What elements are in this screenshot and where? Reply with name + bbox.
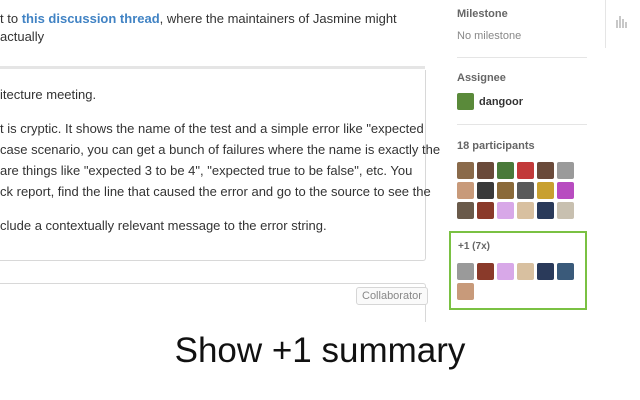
avatar[interactable] <box>537 162 554 179</box>
avatar[interactable] <box>457 202 474 219</box>
avatar[interactable] <box>457 162 474 179</box>
avatar[interactable] <box>517 182 534 199</box>
assignee-row[interactable]: dangoor <box>457 93 523 110</box>
avatar[interactable] <box>497 202 514 219</box>
avatar[interactable] <box>477 202 494 219</box>
comment-separator <box>0 66 425 69</box>
avatar[interactable] <box>557 263 574 280</box>
avatar[interactable] <box>517 202 534 219</box>
plus-one-avatars <box>457 263 583 300</box>
avatar[interactable] <box>457 263 474 280</box>
avatar[interactable] <box>477 263 494 280</box>
comment-line: ck report, find the line that caused the… <box>0 184 431 199</box>
avatar[interactable] <box>497 263 514 280</box>
plus-one-summary: +1 (7x) <box>449 231 587 310</box>
caption: Show +1 summary <box>0 322 640 400</box>
avatar[interactable] <box>457 182 474 199</box>
sidebar-right-rule <box>605 0 606 48</box>
avatar[interactable] <box>557 162 574 179</box>
comment-line: t is cryptic. It shows the name of the t… <box>0 121 424 136</box>
avatar[interactable] <box>537 202 554 219</box>
collaborator-badge: Collaborator <box>356 287 428 305</box>
discussion-thread-link[interactable]: this discussion thread <box>22 11 160 26</box>
milestone-heading[interactable]: Milestone <box>457 8 508 20</box>
graph-icon[interactable] <box>616 14 628 28</box>
top-text-pre: t to <box>0 11 22 26</box>
comment-line: clude a contextually relevant message to… <box>0 218 327 233</box>
comment-line: are things like "expected 3 to be 4", "e… <box>0 163 413 178</box>
caption-text: Show +1 summary <box>174 331 466 370</box>
participants-avatars <box>457 162 587 219</box>
milestone-value: No milestone <box>457 30 522 42</box>
avatar[interactable] <box>537 182 554 199</box>
avatar[interactable] <box>557 182 574 199</box>
avatar[interactable] <box>537 263 554 280</box>
assignee-heading[interactable]: Assignee <box>457 72 506 84</box>
avatar[interactable] <box>477 162 494 179</box>
comment-line: itecture meeting. <box>0 87 97 102</box>
avatar[interactable] <box>557 202 574 219</box>
participants-heading: 18 participants <box>457 140 535 152</box>
sidebar-divider <box>457 57 587 58</box>
avatar[interactable] <box>517 162 534 179</box>
avatar[interactable] <box>497 162 514 179</box>
assignee-name[interactable]: dangoor <box>479 96 523 108</box>
avatar[interactable] <box>497 182 514 199</box>
avatar[interactable] <box>517 263 534 280</box>
avatar[interactable] <box>457 283 474 300</box>
avatar <box>457 93 474 110</box>
comment-top-text: t to this discussion thread, where the m… <box>0 10 440 46</box>
comment-body: itecture meeting. t is cryptic. It shows… <box>0 84 441 236</box>
screenshot-area: t to this discussion thread, where the m… <box>0 0 640 322</box>
sidebar-divider <box>457 124 587 125</box>
comment-line: case scenario, you can get a bunch of fa… <box>0 142 441 157</box>
comment-area: t to this discussion thread, where the m… <box>0 0 441 322</box>
avatar[interactable] <box>477 182 494 199</box>
plus-one-title: +1 (7x) <box>458 241 490 252</box>
